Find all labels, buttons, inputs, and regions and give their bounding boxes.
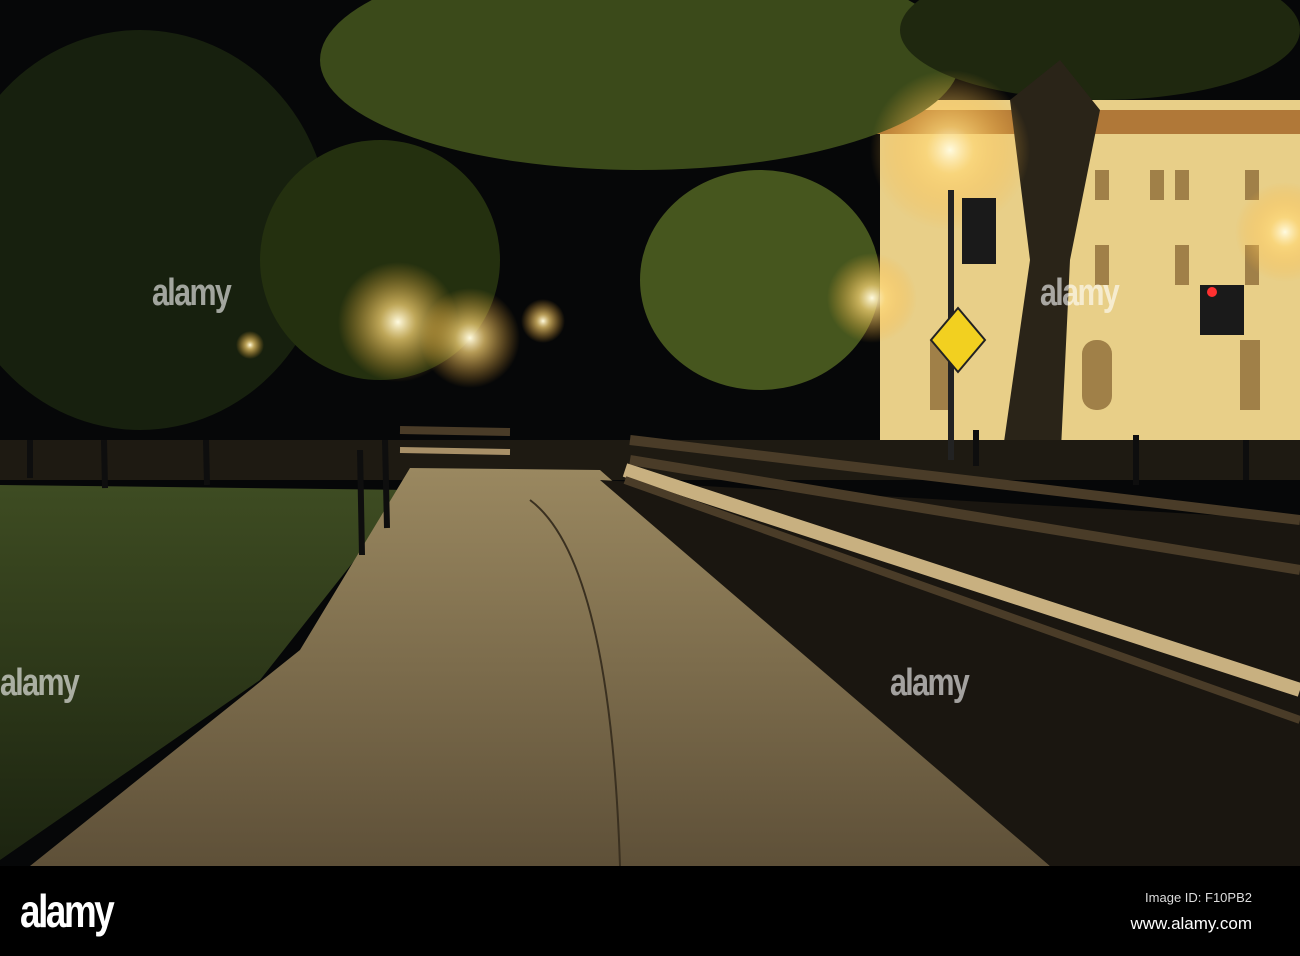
watermark: alamy [0,662,80,704]
watermark: alamy [1040,272,1120,314]
watermark: alamy [890,662,970,704]
footer-bar: alamy Image ID: F10PB2 www.alamy.com [0,866,1300,956]
image-id: Image ID: F10PB2 [1145,890,1252,905]
watermark: alamy [152,272,232,314]
night-park-photo: alamy alamy alamy alamy [0,0,1300,866]
website-link[interactable]: www.alamy.com [1130,914,1252,934]
alamy-logo: alamy [20,885,115,937]
